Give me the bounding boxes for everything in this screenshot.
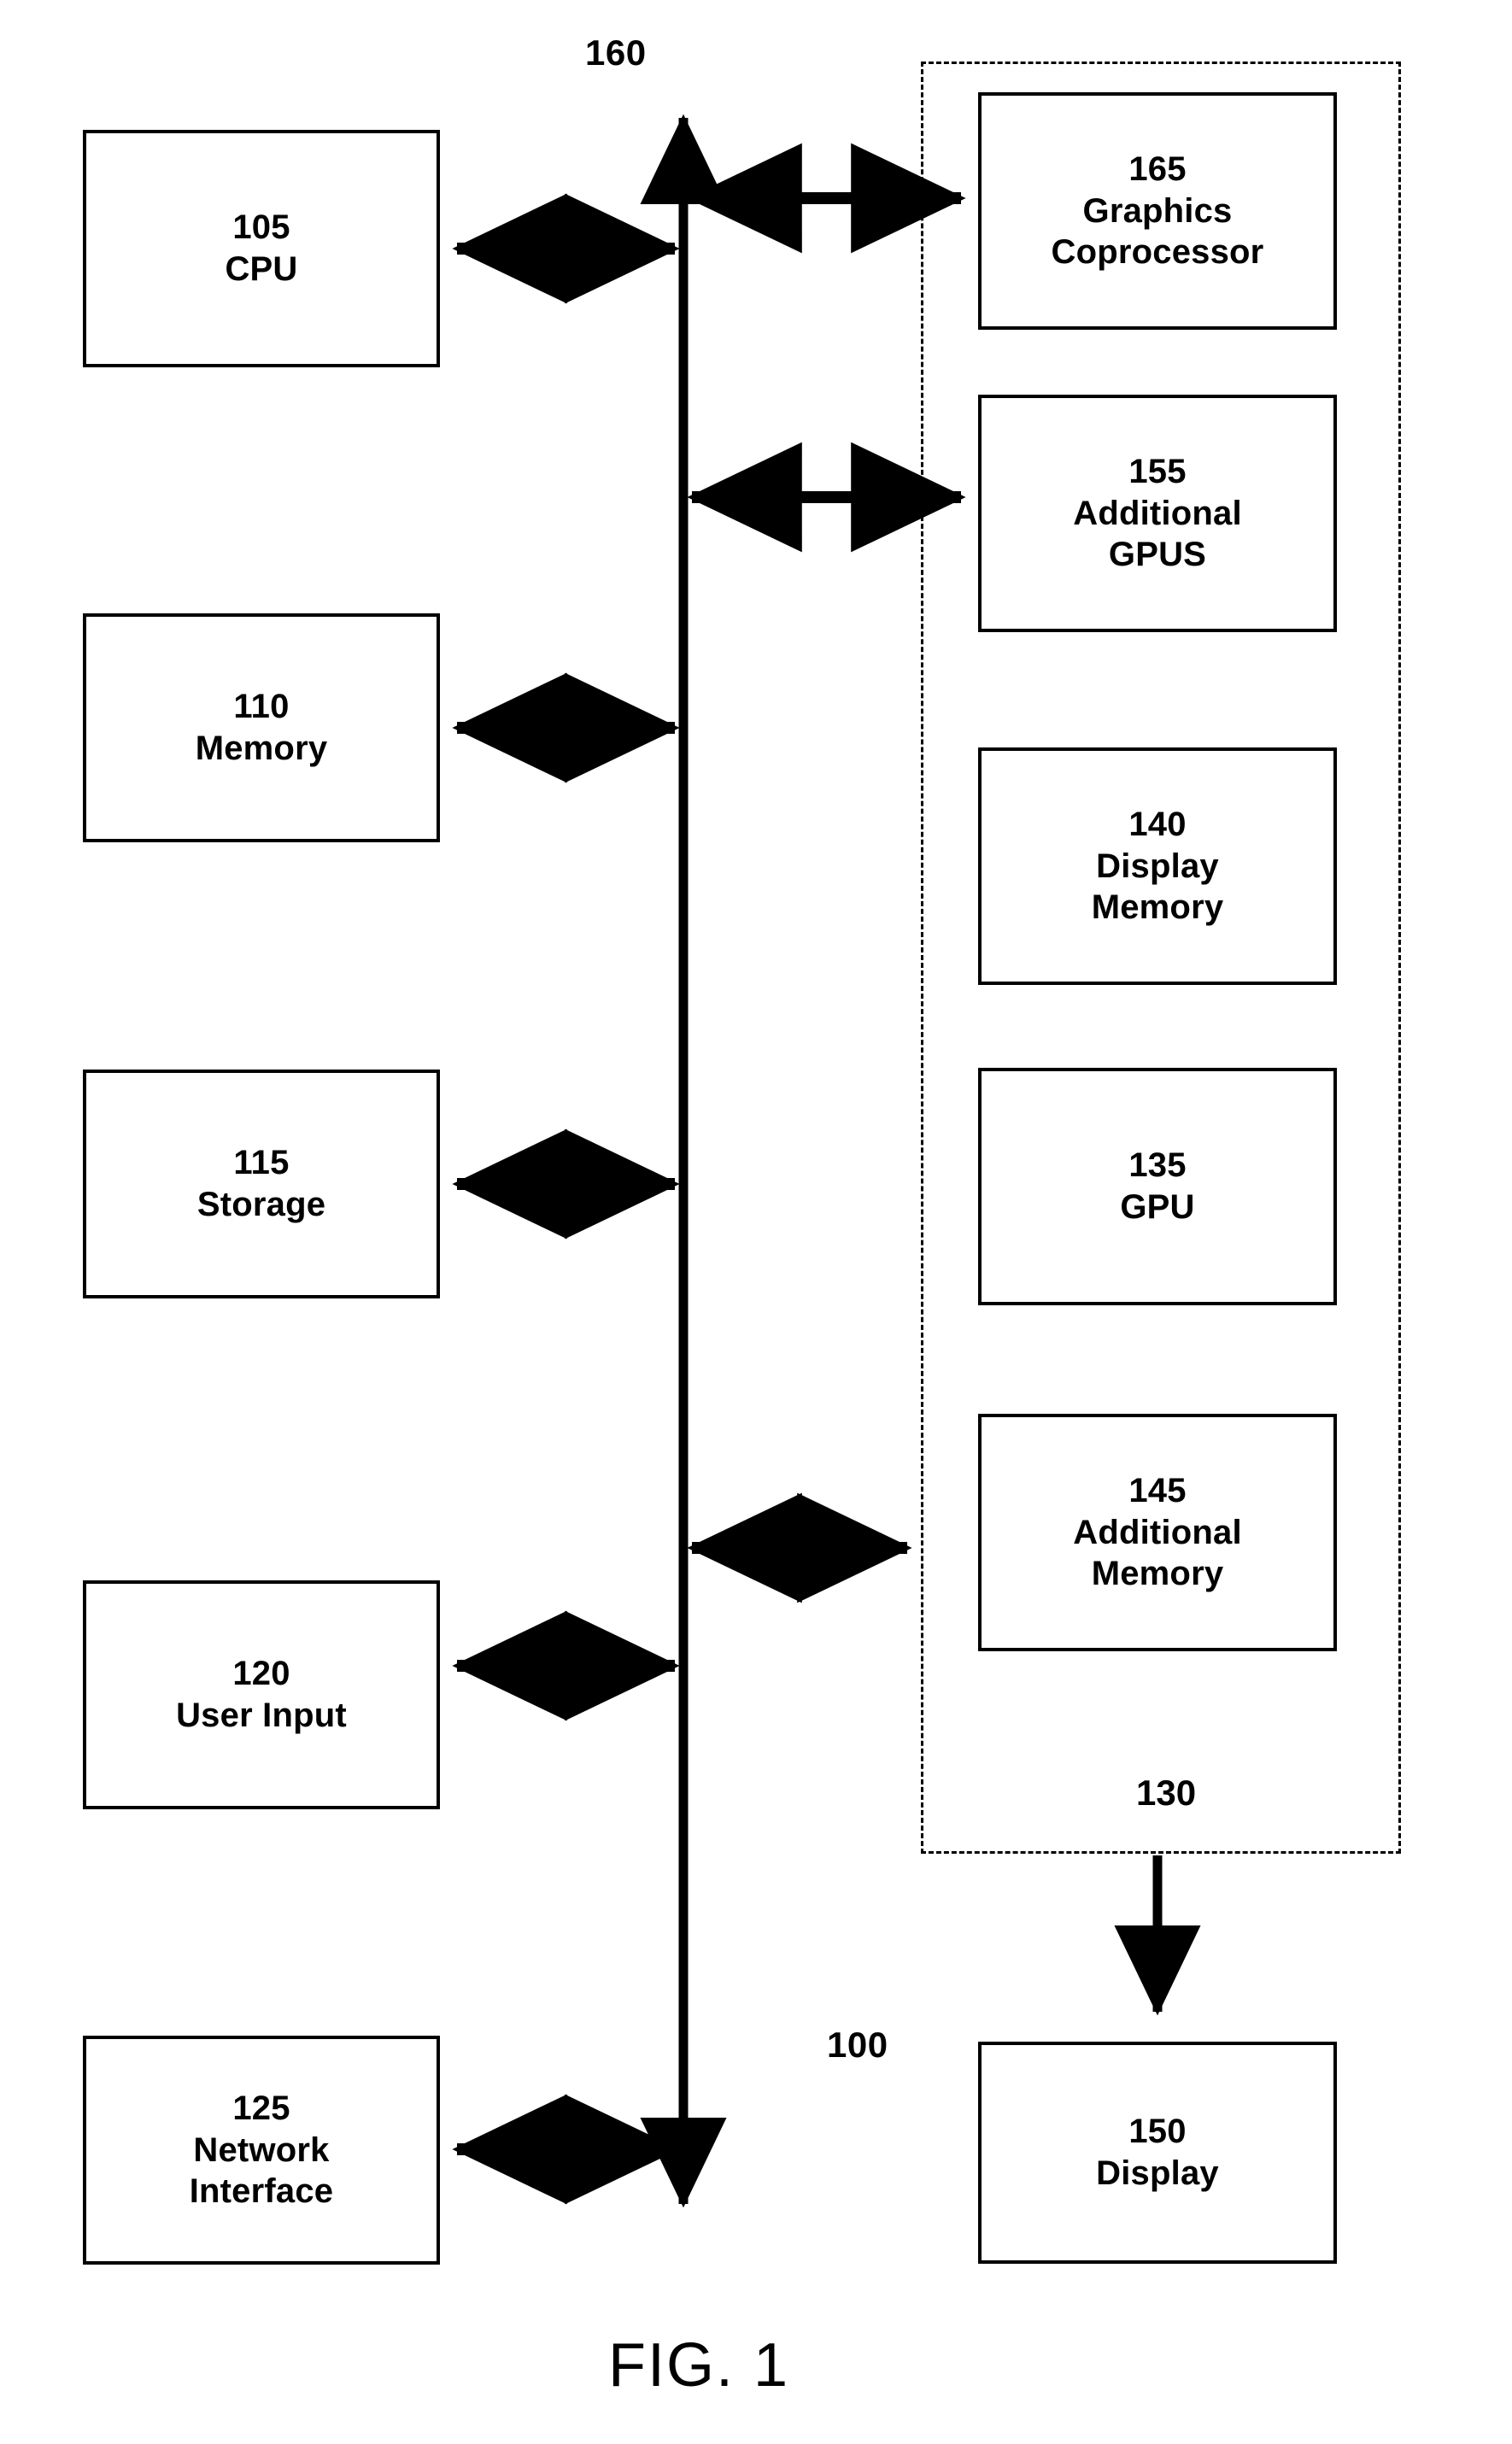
block-additional-gpus-label-line2: GPUS — [1108, 536, 1207, 574]
block-additional-memory-ref: 145 — [1128, 1471, 1187, 1509]
block-display-label: Display — [1096, 2154, 1219, 2192]
block-memory: 110 Memory — [83, 613, 440, 842]
block-additional-gpus: 155 Additional GPUS — [978, 395, 1337, 632]
block-network-interface: 125 Network Interface — [83, 2036, 440, 2265]
system-reference-label: 100 — [827, 2025, 888, 2065]
block-memory-ref: 110 — [233, 688, 290, 726]
block-cpu-ref: 105 — [232, 208, 290, 247]
block-network-interface-label-line1: Network — [193, 2130, 330, 2169]
block-gpu: 135 GPU — [978, 1068, 1337, 1305]
block-graphics-coprocessor-label-line1: Graphics — [1082, 191, 1233, 230]
block-graphics-coprocessor-label-line2: Coprocessor — [1051, 233, 1264, 272]
block-storage-ref: 115 — [233, 1144, 290, 1182]
block-graphics-coprocessor-ref: 165 — [1128, 149, 1187, 188]
graphics-subsystem-reference-label: 130 — [1136, 1773, 1197, 1813]
block-additional-memory-label-line1: Additional — [1073, 1513, 1242, 1551]
block-cpu: 105 CPU — [83, 130, 440, 367]
block-gpu-label: GPU — [1120, 1188, 1195, 1226]
block-network-interface-label-line2: Interface — [189, 2172, 334, 2211]
block-user-input: 120 User Input — [83, 1580, 440, 1809]
block-user-input-ref: 120 — [232, 1655, 290, 1693]
block-additional-memory: 145 Additional Memory — [978, 1414, 1337, 1651]
block-display-memory-label-line1: Display — [1096, 847, 1219, 885]
block-display-memory-label-line2: Memory — [1091, 888, 1224, 927]
block-additional-gpus-ref: 155 — [1128, 452, 1187, 490]
block-network-interface-ref: 125 — [232, 2089, 290, 2127]
figure-caption: FIG. 1 — [608, 2331, 790, 2400]
bus-reference-label: 160 — [585, 32, 647, 73]
block-display-memory: 140 Display Memory — [978, 747, 1337, 985]
patent-figure: 105 CPU 110 Memory 115 Storage 120 User … — [0, 0, 1512, 2444]
block-user-input-label: User Input — [176, 1697, 347, 1734]
block-display-ref: 150 — [1128, 2113, 1187, 2151]
block-storage-label: Storage — [196, 1186, 326, 1223]
block-additional-gpus-label-line1: Additional — [1073, 494, 1242, 532]
block-graphics-coprocessor: 165 Graphics Coprocessor — [978, 92, 1337, 330]
block-gpu-ref: 135 — [1128, 1146, 1187, 1185]
block-cpu-label: CPU — [225, 250, 298, 288]
block-display: 150 Display — [978, 2042, 1337, 2264]
block-additional-memory-label-line2: Memory — [1091, 1555, 1224, 1593]
block-storage: 115 Storage — [83, 1070, 440, 1298]
block-display-memory-ref: 140 — [1128, 805, 1187, 843]
block-memory-label: Memory — [195, 730, 328, 767]
